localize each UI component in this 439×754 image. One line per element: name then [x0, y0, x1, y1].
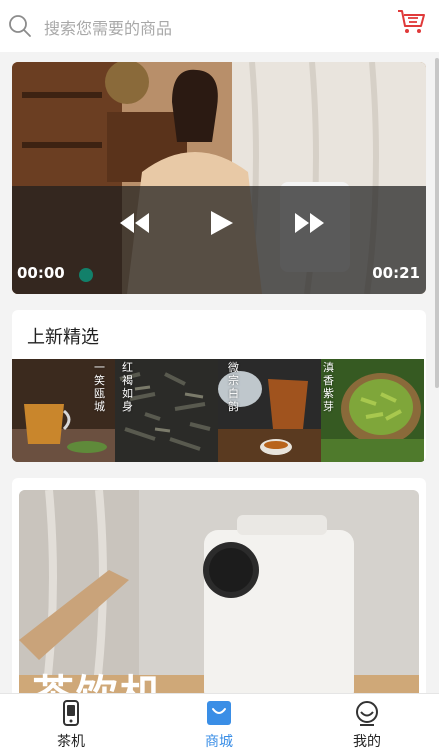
tea-item-text: 红褐如身 — [122, 361, 133, 413]
new-arrivals-section: 上新精选 一笑瓯城 红褐如身 微宗白韵 滇香紫芽 — [12, 310, 426, 462]
rewind-icon[interactable] — [116, 212, 152, 234]
bottom-tab-bar: 茶机 商城 我的 — [0, 693, 439, 754]
tab-mine[interactable]: 我的 — [327, 694, 407, 754]
current-time: 00:00 — [17, 264, 65, 282]
tea-item-1[interactable]: 一笑瓯城 — [12, 359, 115, 462]
promo-banner[interactable]: 茶饮机 — [19, 490, 419, 708]
tab-label: 商城 — [205, 734, 233, 750]
tea-item-text: 滇香紫芽 — [323, 361, 334, 413]
fast-forward-icon[interactable] — [292, 212, 328, 234]
tea-item-4[interactable]: 滇香紫芽 — [321, 359, 424, 462]
play-icon[interactable] — [208, 210, 234, 236]
user-profile-icon — [356, 701, 378, 726]
promo-card[interactable]: 茶饮机 — [12, 478, 426, 708]
tea-item-2[interactable]: 红褐如身 — [115, 359, 218, 462]
tea-tiles: 一笑瓯城 红褐如身 微宗白韵 滇香紫芽 — [12, 359, 426, 462]
tab-mall[interactable]: 商城 — [179, 694, 259, 754]
search-input[interactable]: 搜索您需要的商品 — [44, 15, 172, 39]
video-player[interactable]: 00:00 00:21 — [12, 62, 426, 294]
search-bar[interactable]: 搜索您需要的商品 — [0, 0, 439, 52]
shopping-bag-icon — [207, 701, 231, 725]
progress-handle[interactable] — [79, 268, 93, 282]
tab-label: 茶机 — [57, 734, 85, 750]
tea-item-text: 微宗白韵 — [228, 361, 239, 413]
scrollbar[interactable] — [435, 58, 439, 388]
cart-icon[interactable] — [396, 8, 426, 36]
tea-item-text: 一笑瓯城 — [94, 361, 105, 413]
phone-icon — [63, 700, 79, 726]
tab-label: 我的 — [353, 734, 381, 750]
tab-tea-machine[interactable]: 茶机 — [31, 694, 111, 754]
total-time: 00:21 — [372, 264, 420, 282]
video-controls-overlay — [12, 186, 426, 294]
search-icon — [9, 15, 31, 37]
section-title: 上新精选 — [27, 327, 99, 348]
tea-item-3[interactable]: 微宗白韵 — [218, 359, 321, 462]
